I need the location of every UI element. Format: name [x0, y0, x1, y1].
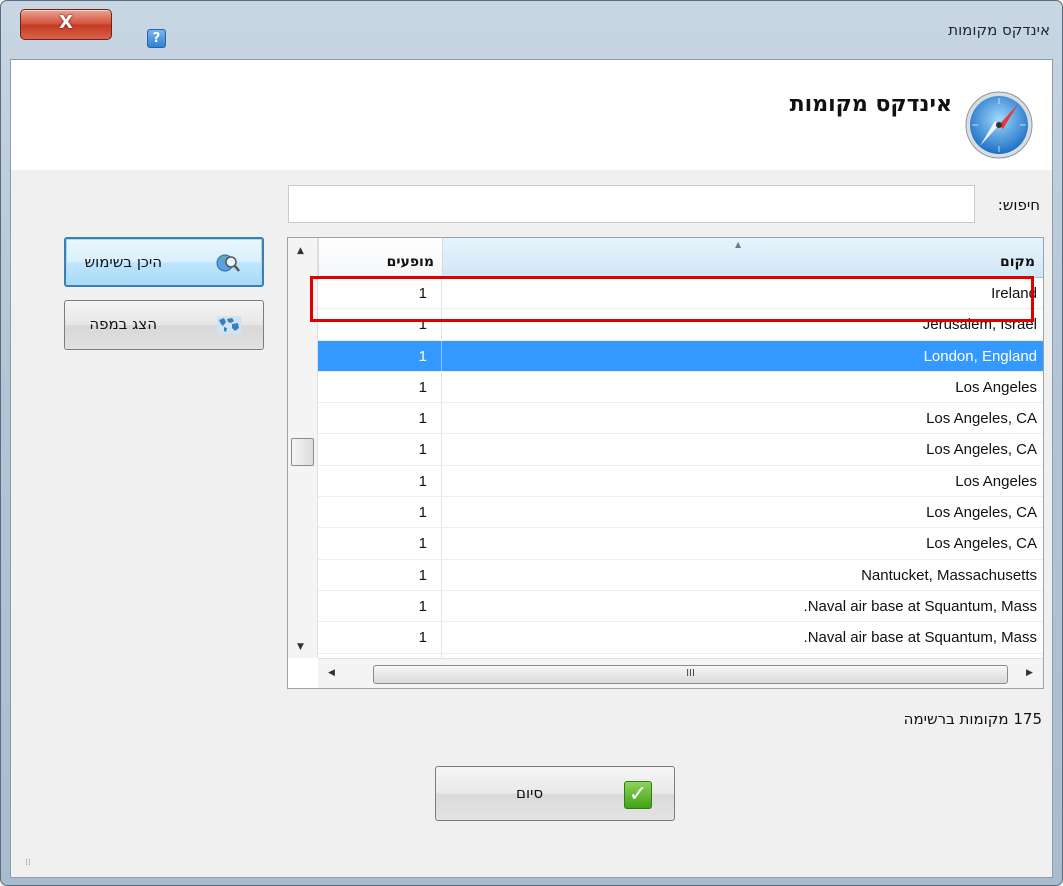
cell-place: Ireland: [991, 285, 1037, 302]
cell-place: Jerusalem, Israel: [922, 316, 1037, 334]
cell-place: Nantucket, Massachusetts: [861, 566, 1037, 584]
show-map-label: הצג במפה: [89, 315, 157, 333]
window-title: אינדקס מקומות: [948, 21, 1050, 39]
compass-icon: [965, 91, 1033, 159]
table-row[interactable]: 1 .Naval air base at Squantum, Mass: [318, 590, 1043, 623]
world-map-icon: [217, 316, 241, 334]
cell-count: 1: [318, 622, 442, 653]
cell-place: .Naval air base at Squantum, Mass: [803, 597, 1037, 615]
cell-place: Los Angeles, CA: [926, 441, 1037, 459]
cell-place: Los Angeles, CA: [926, 504, 1037, 522]
column-header-place[interactable]: ▲ מקום: [442, 238, 1043, 278]
column-header-place-label: מקום: [1000, 254, 1035, 270]
close-icon: X: [59, 12, 73, 33]
cell-place: London, England: [923, 347, 1037, 365]
cell-count: 1: [318, 309, 442, 340]
title-bar[interactable]: X ? אינדקס מקומות: [1, 1, 1063, 59]
table-row[interactable]: 1 London, England: [318, 340, 1043, 372]
horizontal-scroll-thumb[interactable]: III: [373, 665, 1008, 684]
cell-count: 1: [318, 497, 442, 528]
cell-place: .Naval air base at Squantum, Mass: [803, 629, 1037, 647]
search-label: חיפוש:: [997, 196, 1040, 214]
scroll-down-icon[interactable]: ▼: [297, 642, 304, 652]
vertical-scrollbar[interactable]: ▲ ▼: [288, 238, 318, 658]
finish-label: סיום: [516, 784, 544, 802]
scroll-right-icon[interactable]: ▶: [1026, 668, 1033, 678]
window-frame: X ? אינדקס מקומות אינדקס מקומות חיפוש: ה…: [0, 0, 1063, 886]
table-row[interactable]: 1 Ireland: [318, 278, 1043, 310]
scroll-left-icon[interactable]: ◀: [328, 668, 335, 678]
table-body: 1 Ireland 1 Jerusalem, Israel 1 London, Engla…: [318, 278, 1043, 658]
vertical-scroll-thumb[interactable]: [291, 438, 314, 466]
where-used-button[interactable]: היכן בשימוש: [64, 237, 264, 287]
header-panel: אינדקס מקומות: [11, 60, 1052, 170]
table-row[interactable]: 1 Nantucket, Massachusetts: [318, 559, 1043, 591]
cell-count: 1: [318, 559, 442, 590]
page-title: אינדקס מקומות: [789, 92, 952, 117]
checkmark-icon: ✓: [624, 781, 652, 809]
cell-count: 1: [318, 590, 442, 622]
cell-count: 1: [318, 403, 442, 434]
cell-count: 1: [318, 434, 442, 465]
cell-place: Los Angeles, CA: [926, 535, 1037, 553]
table-row[interactable]: 1 Jerusalem, Israel: [318, 309, 1043, 341]
cell-place: Los Angeles: [955, 472, 1037, 490]
cell-place: Los Angeles, CA: [926, 410, 1037, 428]
scroll-up-icon[interactable]: ▲: [297, 246, 304, 256]
horizontal-scrollbar[interactable]: ◀ III ▶: [318, 658, 1043, 688]
places-table: ▲ ▼ מופעים ▲ מקום 1 Ireland 1 Jerusalem, Is…: [287, 237, 1044, 689]
table-row[interactable]: 1 Los Angeles, CA: [318, 434, 1043, 466]
resize-grip[interactable]: ⁞⁞: [25, 858, 31, 868]
close-button[interactable]: X: [20, 9, 112, 40]
search-globe-icon: [216, 254, 240, 272]
where-used-label: היכן בשימוש: [84, 253, 163, 271]
table-row[interactable]: 1 Los Angeles: [318, 371, 1043, 404]
cell-count: 1: [318, 371, 442, 403]
search-input[interactable]: [288, 185, 975, 223]
cell-count: 1: [318, 340, 442, 371]
table-row[interactable]: 1 Los Angeles, CA: [318, 403, 1043, 435]
table-row[interactable]: 1 .Naval air base at Squantum, Mass: [318, 622, 1043, 654]
status-count: 175 מקומות ברשימה: [903, 710, 1042, 728]
table-row[interactable]: 1 Los Angeles, CA: [318, 497, 1043, 529]
cell-place: Los Angeles: [955, 378, 1037, 396]
cell-count: 1: [318, 278, 442, 309]
sort-ascending-icon: ▲: [735, 240, 742, 249]
cell-count: 1: [318, 528, 442, 559]
help-button[interactable]: ?: [147, 29, 166, 48]
table-header: מופעים ▲ מקום: [318, 238, 1043, 278]
cell-count: 1: [318, 465, 442, 497]
table-row[interactable]: 1 Los Angeles: [318, 465, 1043, 498]
show-map-button[interactable]: הצג במפה: [64, 300, 264, 350]
table-row[interactable]: 1 Los Angeles, CA: [318, 528, 1043, 560]
column-header-count[interactable]: מופעים: [318, 238, 442, 278]
finish-button[interactable]: סיום ✓: [435, 766, 675, 821]
